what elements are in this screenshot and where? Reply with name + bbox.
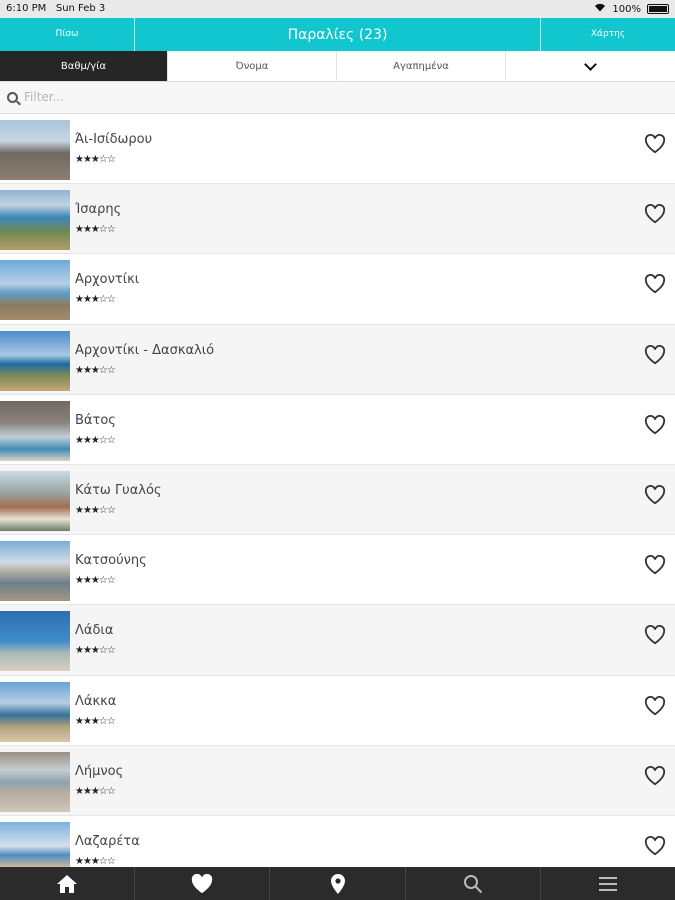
app-header: Πίσω Παραλίες (23) Χάρτης bbox=[0, 18, 675, 51]
beach-thumbnail bbox=[0, 120, 70, 180]
list-item[interactable]: Βάτος ★★★☆☆ bbox=[0, 394, 675, 465]
beach-name: Λάκκα bbox=[75, 693, 117, 709]
filter-bar bbox=[0, 82, 675, 114]
star-rating: ★★★☆☆ bbox=[75, 154, 116, 165]
beach-thumbnail bbox=[0, 400, 70, 461]
heart-outline-icon[interactable] bbox=[644, 555, 666, 577]
list-item[interactable]: Λάδια ★★★☆☆ bbox=[0, 605, 675, 676]
wifi-icon bbox=[594, 3, 606, 15]
star-rating: ★★★☆☆ bbox=[75, 504, 116, 516]
status-time: 6:10 PM bbox=[6, 3, 47, 14]
star-rating: ★★★☆☆ bbox=[75, 645, 116, 657]
beach-thumbnail bbox=[0, 751, 70, 812]
beach-name: Λαζαρέτα bbox=[75, 833, 140, 849]
sort-tabs: Βαθμ/γία Όνομα Αγαπημένα bbox=[0, 51, 675, 82]
star-rating: ★★★☆☆ bbox=[75, 785, 116, 797]
nav-home[interactable] bbox=[0, 867, 136, 900]
beach-name: Κατσούνης bbox=[75, 553, 147, 569]
beach-thumbnail bbox=[0, 470, 70, 531]
heart-outline-icon[interactable] bbox=[644, 344, 666, 367]
back-button[interactable]: Πίσω bbox=[0, 18, 135, 51]
list-item[interactable]: Λήμνος ★★★☆☆ bbox=[0, 745, 675, 816]
star-rating: ★★★☆☆ bbox=[75, 434, 116, 446]
list-item[interactable]: Αρχοντίκι - Δασκαλιό ★★★☆☆ bbox=[0, 324, 675, 395]
beach-thumbnail bbox=[0, 611, 70, 672]
status-bar: 6:10 PM Sun Feb 3 100% bbox=[0, 0, 675, 18]
list-item[interactable]: Κάτω Γυαλός ★★★☆☆ bbox=[0, 464, 675, 536]
beach-thumbnail bbox=[0, 190, 70, 251]
heart-outline-icon[interactable] bbox=[644, 274, 666, 296]
beach-name: Αρχοντίκι bbox=[75, 272, 140, 288]
beach-name: Αρχοντίκι - Δασκαλιό bbox=[75, 342, 215, 358]
beach-thumbnail bbox=[0, 260, 70, 321]
tab-more-dropdown[interactable] bbox=[506, 51, 675, 81]
beach-list[interactable]: Άι-Ισίδωρου ★★★☆☆ Ίσαρης ★★★☆☆ Αρχοντίκι ★★★☆… bbox=[0, 114, 675, 867]
list-item[interactable]: Κατσούνης ★★★☆☆ bbox=[0, 535, 675, 606]
list-item[interactable]: Άι-Ισίδωρου ★★★☆☆ bbox=[0, 114, 675, 185]
beach-name: Λήμνος bbox=[75, 763, 124, 779]
page-title: Παραλίες (23) bbox=[287, 27, 388, 43]
star-rating: ★★★☆☆ bbox=[75, 224, 116, 236]
star-rating: ★★★☆☆ bbox=[75, 364, 116, 376]
list-item[interactable]: Ίσαρης ★★★☆☆ bbox=[0, 184, 675, 255]
beach-thumbnail bbox=[0, 821, 70, 867]
star-rating: ★★★☆☆ bbox=[75, 855, 116, 867]
beach-name: Λάδια bbox=[75, 623, 114, 639]
star-rating: ★★★☆☆ bbox=[75, 715, 116, 727]
heart-outline-icon[interactable] bbox=[644, 625, 666, 647]
heart-outline-icon[interactable] bbox=[644, 835, 666, 858]
list-item[interactable]: Αρχοντίκι ★★★☆☆ bbox=[0, 254, 675, 325]
nav-search[interactable] bbox=[406, 867, 541, 900]
tab-name[interactable]: Όνομα bbox=[168, 51, 337, 81]
list-item[interactable]: Λάκκα ★★★☆☆ bbox=[0, 675, 675, 746]
map-button[interactable]: Χάρτης bbox=[540, 18, 675, 51]
beach-name: Κάτω Γυαλός bbox=[75, 482, 162, 498]
nav-favorites[interactable] bbox=[135, 867, 271, 900]
heart-outline-icon[interactable] bbox=[644, 414, 666, 437]
star-rating: ★★★☆☆ bbox=[75, 294, 116, 306]
nav-map[interactable] bbox=[270, 867, 406, 900]
beach-thumbnail bbox=[0, 330, 70, 391]
tab-favorites[interactable]: Αγαπημένα bbox=[337, 51, 506, 81]
status-time-date: 6:10 PM Sun Feb 3 bbox=[6, 3, 105, 14]
heart-filled-icon bbox=[192, 873, 213, 893]
map-pin-icon bbox=[330, 873, 345, 894]
chevron-down-icon bbox=[584, 58, 597, 71]
list-item[interactable]: Λαζαρέτα ★★★☆☆ bbox=[0, 815, 675, 867]
battery-icon bbox=[647, 4, 669, 14]
star-rating: ★★★☆☆ bbox=[75, 575, 116, 587]
beach-thumbnail bbox=[0, 681, 70, 742]
filter-input[interactable] bbox=[24, 87, 664, 107]
nav-menu[interactable] bbox=[541, 867, 675, 900]
beach-thumbnail bbox=[0, 541, 70, 602]
heart-outline-icon[interactable] bbox=[644, 765, 666, 788]
status-right: 100% bbox=[594, 3, 669, 15]
bottom-nav bbox=[0, 867, 675, 900]
menu-icon bbox=[598, 876, 617, 891]
home-icon bbox=[57, 874, 78, 893]
search-icon bbox=[7, 92, 18, 103]
heart-outline-icon[interactable] bbox=[644, 695, 666, 718]
heart-outline-icon[interactable] bbox=[644, 133, 666, 156]
tab-rating[interactable]: Βαθμ/γία bbox=[0, 51, 168, 81]
heart-outline-icon[interactable] bbox=[644, 204, 666, 226]
search-icon bbox=[463, 874, 482, 893]
beach-name: Βάτος bbox=[75, 412, 116, 428]
heart-outline-icon[interactable] bbox=[644, 484, 666, 507]
status-date: Sun Feb 3 bbox=[55, 3, 106, 14]
beach-name: Ίσαρης bbox=[75, 202, 122, 218]
battery-percent: 100% bbox=[612, 3, 641, 15]
beach-name: Άι-Ισίδωρου bbox=[75, 132, 153, 147]
